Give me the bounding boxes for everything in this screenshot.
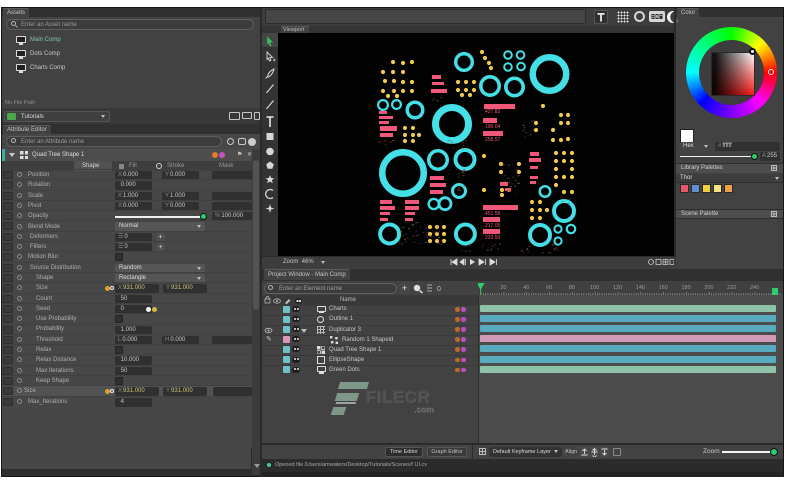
svg-text:60: 60 bbox=[546, 285, 552, 291]
svg-text:100: 100 bbox=[590, 285, 599, 291]
svg-text:80: 80 bbox=[569, 285, 575, 291]
svg-text:120: 120 bbox=[613, 285, 622, 291]
svg-text:451.58: 451.58 bbox=[485, 211, 501, 217]
svg-text:0: 0 bbox=[437, 286, 441, 293]
svg-text:180: 180 bbox=[682, 285, 691, 291]
svg-text:258.57: 258.57 bbox=[485, 137, 501, 143]
svg-text:140: 140 bbox=[636, 285, 645, 291]
svg-text:240: 240 bbox=[750, 285, 759, 291]
svg-text:217.05: 217.05 bbox=[485, 223, 501, 229]
svg-text:220: 220 bbox=[727, 285, 736, 291]
svg-text:40: 40 bbox=[523, 285, 529, 291]
svg-text:233.50: 233.50 bbox=[485, 235, 501, 241]
svg-text:160: 160 bbox=[659, 285, 668, 291]
svg-text:427.82: 427.82 bbox=[485, 109, 501, 115]
svg-text:20: 20 bbox=[500, 285, 506, 291]
svg-text:196.04: 196.04 bbox=[485, 124, 501, 130]
svg-text:200: 200 bbox=[704, 285, 713, 291]
